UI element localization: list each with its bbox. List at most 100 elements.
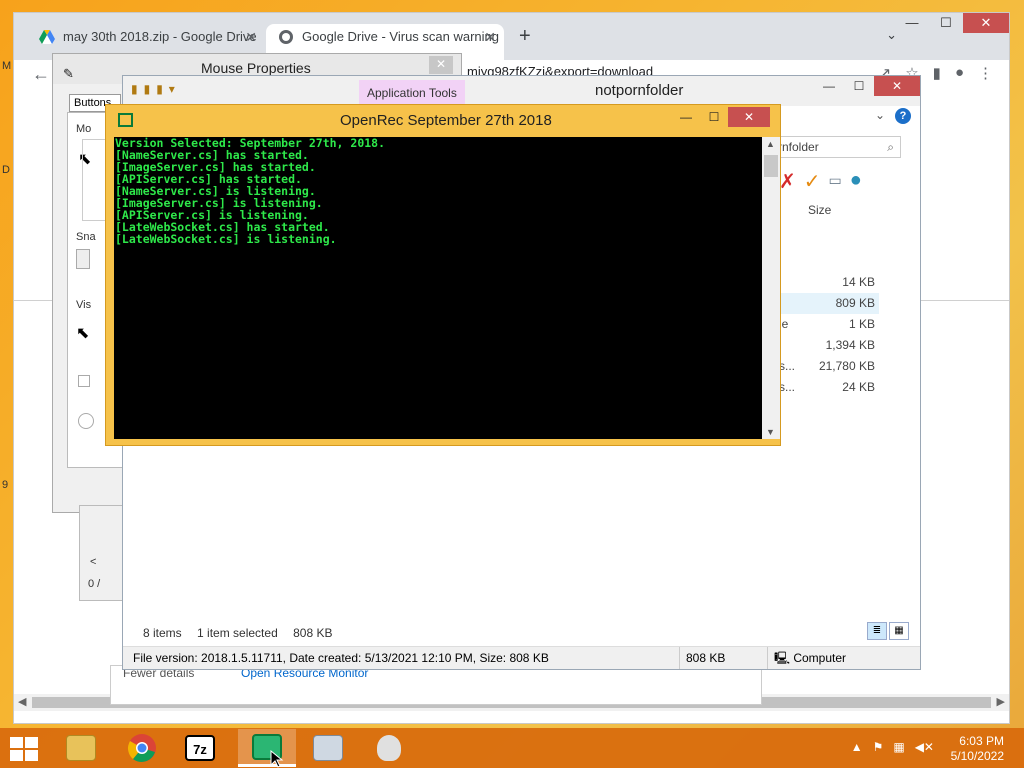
table-row[interactable]: le 1 KB [773,314,879,335]
checkbox[interactable] [76,249,90,269]
quick-access-toolbar[interactable]: ▮▮▮▾ [131,82,181,96]
pointer-trail-icon: ⬉ [76,325,90,342]
explorer-window-controls: — ☐ ✕ [814,76,920,96]
vertical-scrollbar[interactable]: ▲ ▼ [762,137,780,439]
system-clock[interactable]: 6:03 PM 5/10/2022 [951,734,1004,764]
minimize-button[interactable]: — [814,76,844,96]
google-drive-icon [39,30,55,44]
search-icon: ⌕ [887,140,894,154]
7zip-icon: 7z [185,735,215,761]
minimize-button[interactable]: — [672,107,700,127]
details-size: 808 KB [679,647,725,669]
show-hidden-icons-icon[interactable]: ▲ [851,740,863,754]
scroll-left-icon[interactable]: ◀ [18,695,26,708]
system-tray: ▲ ⚑ ▦ ◀✕ [851,740,934,754]
menu-kebab-icon[interactable]: ⋮ [978,64,993,82]
chrome-icon [127,734,156,762]
volume-muted-icon[interactable]: ◀✕ [915,740,934,754]
table-row[interactable]: s... 21,780 KB [773,356,879,377]
window-title: Mouse Properties [201,60,311,76]
page-edge-text: 9 [2,479,9,491]
network-icon[interactable]: ▦ [893,740,904,754]
table-row[interactable]: s... 24 KB [773,377,879,398]
mouse-icon [377,735,401,761]
clock-date: 5/10/2022 [950,749,1004,763]
scroll-up-icon[interactable]: ▲ [766,139,775,149]
console-output[interactable]: Version Selected: September 27th, 2018. … [114,137,762,439]
large-icons-view-icon[interactable]: ▦ [889,622,909,640]
radio-button[interactable] [78,413,94,429]
page-edge-text: M [2,60,12,72]
windows-start-button[interactable] [10,737,38,761]
group-label: Vis [76,299,92,311]
maximize-button[interactable]: ☐ [929,13,963,33]
item-count: 8 items [143,626,182,640]
selection-count: 1 item selected [197,626,278,640]
taskbar-file-explorer[interactable] [52,729,110,767]
taskbar-performance-monitor[interactable] [299,729,357,767]
taskbar-7zip[interactable]: 7z [171,729,229,767]
taskbar-chrome[interactable] [113,729,171,767]
checkmark-icon[interactable]: ✓ [804,169,821,194]
maximize-button[interactable]: ☐ [700,107,728,127]
back-arrow-icon[interactable]: ← [32,64,50,85]
mouse-icon: ✎ [63,66,74,81]
taskbar-mouse[interactable] [360,729,418,767]
close-button[interactable]: ✕ [874,76,920,96]
globe-icon [279,30,293,44]
file-details: File version: 2018.1.5.11711, Date creat… [133,651,549,665]
windows-logo-pane [25,750,38,761]
column-header-size[interactable]: Size [808,203,831,217]
help-icon[interactable]: ? [895,108,911,124]
group-label: Sna [76,231,96,243]
file-list: 14 KB 809 KB le 1 KB 1,394 KB s... 21,780 … [773,272,879,398]
close-button[interactable]: ✕ [429,56,453,74]
close-button[interactable]: ✕ [963,13,1009,33]
new-tab-button[interactable]: + [519,25,531,48]
value-text: 0 / [88,578,101,590]
search-text: rnfolder [778,140,819,154]
action-center-flag-icon[interactable]: ⚑ [873,740,884,754]
ribbon-tab-application-tools[interactable]: Application Tools [359,80,465,106]
minimize-button[interactable]: — [895,13,929,33]
delete-icon[interactable]: ✗ [779,169,796,194]
status-bar: 8 items 1 item selected 808 KB [143,626,344,640]
view-toggle: ≣ ▦ [867,622,909,640]
selection-size: 808 KB [293,626,333,640]
table-row[interactable]: 1,394 KB [773,335,879,356]
search-input[interactable]: rnfolder ⌕ [771,136,901,158]
sidebar-icon[interactable]: ▮ [933,64,941,82]
windows-logo-pane [10,750,23,761]
details-view-icon[interactable]: ≣ [867,622,887,640]
details-location: 🖳 Computer [767,647,846,669]
monitor-icon [313,735,343,761]
task-manager-fragment: < 0 / [79,505,123,601]
maximize-button[interactable]: ☐ [844,76,874,96]
details-bar: File version: 2018.1.5.11711, Date creat… [123,646,920,669]
rename-icon[interactable]: ▭ [829,169,842,194]
scroll-down-icon[interactable]: ▼ [766,427,775,437]
close-tab-icon[interactable]: ✕ [484,24,496,50]
tab-label: Google Drive - Virus scan warning [302,29,500,44]
globe-icon[interactable]: ● [850,169,862,194]
mouse-cursor-icon [270,750,284,768]
console-titlebar: OpenRec September 27th 2018 — ☐ ✕ [106,105,780,135]
checkbox[interactable] [78,375,90,387]
scrollbar-thumb[interactable] [764,155,778,177]
close-tab-icon[interactable]: ✕ [245,24,257,50]
clock-time: 6:03 PM [959,734,1004,748]
scroll-right-icon[interactable]: ▶ [997,695,1005,708]
chrome-window-controls: — ☐ ✕ [895,13,1009,33]
profile-icon[interactable]: ● [955,64,964,82]
console-window-controls: — ☐ ✕ [672,107,770,127]
scroll-left-icon[interactable]: < [90,556,96,568]
console-line: [LateWebSocket.cs] is listening. [115,232,337,246]
chevron-down-icon[interactable]: ⌄ [875,108,885,122]
table-row[interactable]: 809 KB [773,293,879,314]
close-button[interactable]: ✕ [728,107,770,127]
windows-logo-pane [10,737,23,748]
tab-label: may 30th 2018.zip - Google Drive [63,29,257,44]
taskbar-openrec[interactable] [238,729,296,767]
computer-icon: 🖳 [774,651,794,665]
table-row[interactable]: 14 KB [773,272,879,293]
